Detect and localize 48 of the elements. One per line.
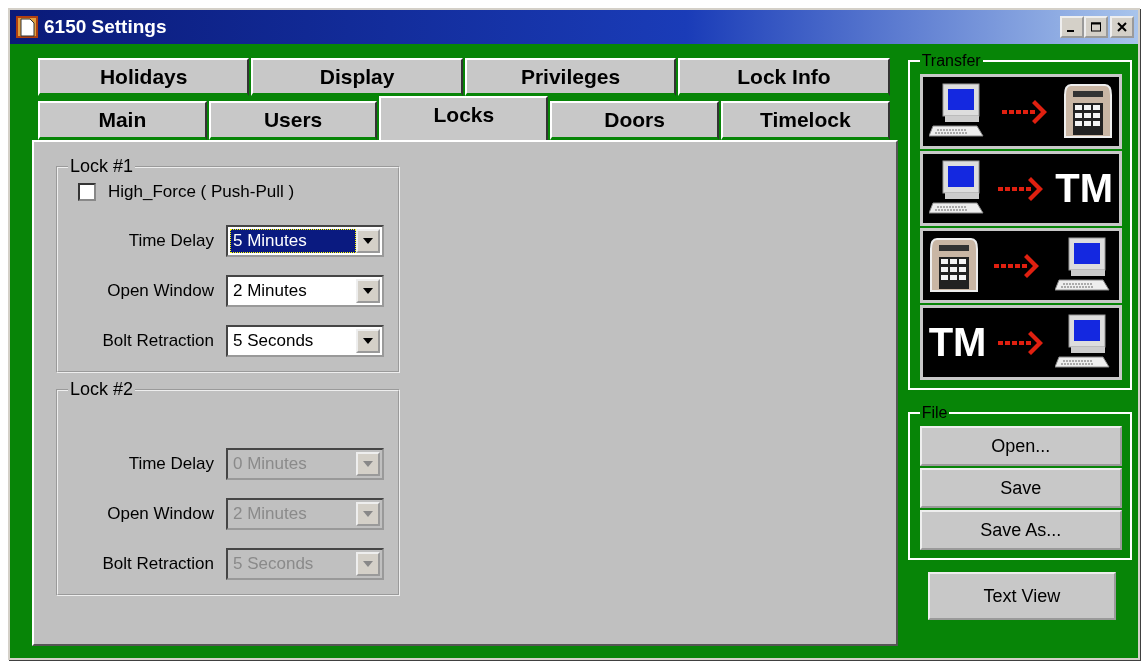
group-title: Transfer bbox=[920, 52, 982, 70]
close-icon bbox=[1116, 22, 1128, 32]
field-label: Bolt Retraction bbox=[102, 554, 214, 574]
maximize-button[interactable] bbox=[1084, 16, 1108, 38]
transfer-button[interactable] bbox=[919, 74, 1122, 149]
transfer-button[interactable]: TM bbox=[919, 305, 1122, 380]
caret-icon bbox=[363, 561, 373, 567]
text-view-button[interactable]: Text View bbox=[927, 572, 1116, 620]
file-button[interactable]: Open... bbox=[919, 426, 1122, 466]
transfer-button[interactable]: TM bbox=[919, 151, 1122, 226]
tab[interactable]: Doors bbox=[550, 101, 719, 140]
tab[interactable]: Timelock bbox=[720, 101, 890, 140]
tab[interactable]: Privileges bbox=[464, 58, 677, 96]
group-title: Lock #1 bbox=[69, 156, 135, 177]
tab[interactable]: Display bbox=[251, 58, 463, 96]
field-label: Open Window bbox=[107, 281, 214, 301]
document-icon bbox=[16, 16, 38, 38]
caret-icon bbox=[363, 511, 373, 517]
tab[interactable]: Locks bbox=[379, 96, 549, 140]
dropdown[interactable]: 5 Seconds bbox=[226, 325, 384, 357]
maximize-icon bbox=[1090, 22, 1102, 32]
field-label: Bolt Retraction bbox=[102, 331, 214, 351]
field-label: Open Window bbox=[107, 504, 214, 524]
minimize-icon bbox=[1067, 29, 1074, 32]
caret-icon bbox=[363, 288, 373, 294]
transfer-label: TM bbox=[1055, 166, 1113, 211]
checkbox-label: High_Force ( Push-Pull ) bbox=[108, 182, 295, 202]
tab[interactable]: Users bbox=[208, 101, 378, 140]
transfer-button[interactable] bbox=[919, 228, 1122, 303]
file-button[interactable]: Save bbox=[919, 468, 1122, 508]
tab[interactable]: Holidays bbox=[38, 58, 250, 96]
dropdown[interactable]: 5 Minutes bbox=[226, 225, 384, 257]
tab[interactable]: Lock Info bbox=[678, 58, 890, 96]
group-title: File bbox=[920, 404, 949, 422]
minimize-button[interactable] bbox=[1060, 16, 1084, 38]
file-button[interactable]: Save As... bbox=[919, 510, 1122, 550]
tab[interactable]: Main bbox=[38, 101, 207, 140]
caret-icon bbox=[363, 461, 373, 467]
checkbox[interactable] bbox=[78, 183, 96, 201]
group-title: Lock #2 bbox=[69, 379, 135, 400]
caret-icon bbox=[363, 238, 373, 244]
window-title: 6150 Settings bbox=[44, 16, 168, 38]
transfer-label: TM bbox=[928, 320, 987, 365]
caret-icon bbox=[363, 338, 373, 344]
field-label: Time Delay bbox=[128, 231, 214, 251]
close-button[interactable] bbox=[1110, 16, 1134, 38]
field-label: Time Delay bbox=[128, 454, 214, 474]
dropdown[interactable]: 2 Minutes bbox=[226, 275, 384, 307]
